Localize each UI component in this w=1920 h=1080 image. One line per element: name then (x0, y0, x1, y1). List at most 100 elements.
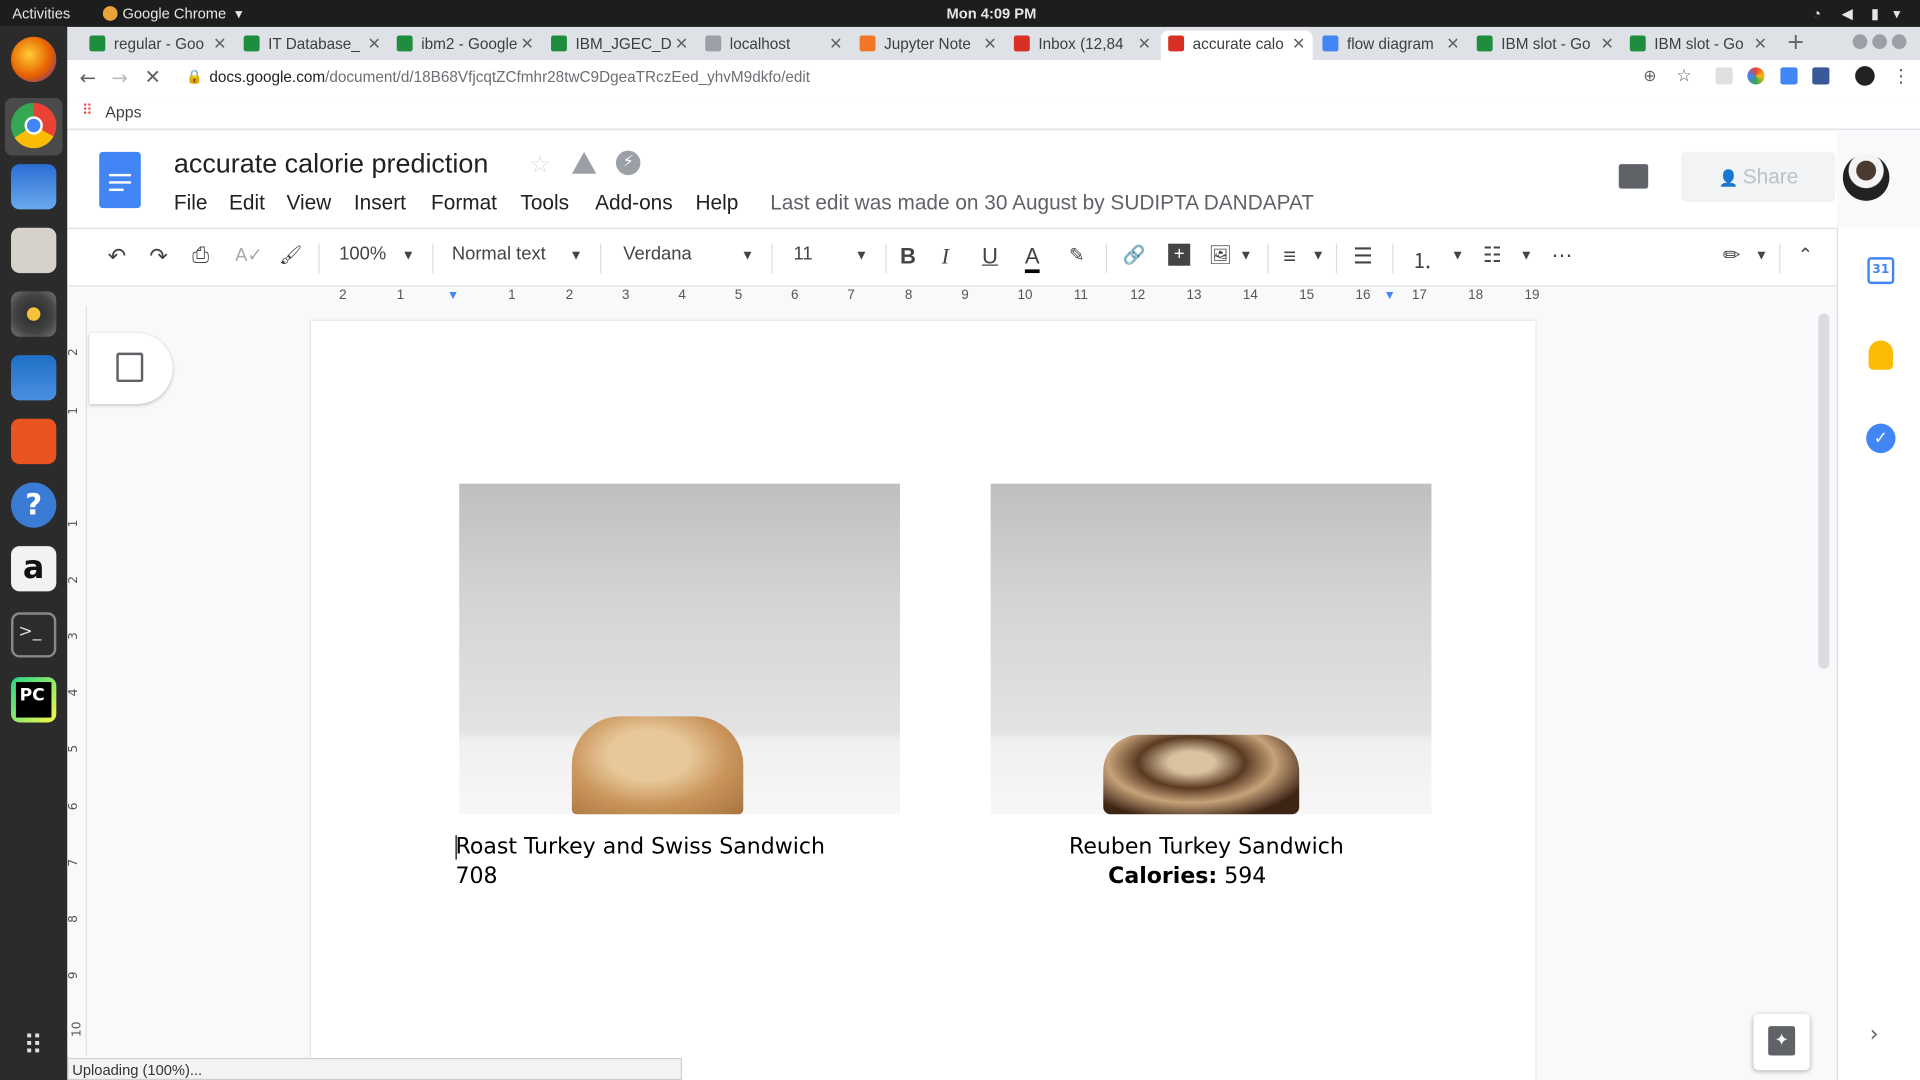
minimize-button[interactable] (1852, 34, 1868, 49)
bulleted-list-icon[interactable]: ☷ (1483, 244, 1502, 268)
zoom-dropdown-icon[interactable]: ▼ (402, 249, 415, 264)
writer-icon[interactable] (11, 355, 57, 401)
document-title[interactable]: accurate calorie prediction (174, 148, 488, 180)
menu-edit[interactable]: Edit (229, 191, 265, 215)
tab-4[interactable]: localhost ✕ (698, 31, 850, 60)
menu-insert[interactable]: Insert (354, 191, 406, 215)
bookmark-star-icon[interactable]: ☆ (1676, 66, 1691, 86)
tab-close-icon[interactable]: ✕ (1138, 34, 1151, 54)
chrome-menu-icon[interactable]: ⋮ (1892, 65, 1910, 87)
terminal-icon[interactable]: >_ (11, 612, 57, 658)
bold-icon[interactable]: B (900, 244, 916, 270)
explore-button[interactable]: ✦ (1753, 1013, 1810, 1071)
roast-turkey-sandwich-image[interactable] (459, 483, 901, 815)
font-dropdown-icon[interactable]: ▼ (741, 249, 754, 264)
share-button[interactable]: 👤 Share (1681, 151, 1836, 203)
extension-icon[interactable] (1715, 67, 1733, 85)
align-icon[interactable]: ≡ (1283, 244, 1296, 270)
expand-side-panel-icon[interactable]: › (1870, 1021, 1879, 1047)
calendar-icon[interactable]: 31 (1867, 257, 1895, 285)
app-menu[interactable]: Google Chrome (122, 5, 226, 22)
new-tab-button[interactable]: + (1787, 29, 1805, 55)
editing-mode-icon[interactable]: ✏ (1723, 244, 1740, 268)
horizontal-ruler[interactable]: 2 1 1 2 3 4 5 6 7 8 9 10 11 12 13 14 15 16 17 18 19 ▼ ▼ (67, 286, 1837, 307)
files-icon[interactable] (11, 227, 57, 274)
numbered-list-icon[interactable]: ⒈ (1412, 244, 1433, 275)
menu-format[interactable]: Format (431, 191, 497, 215)
left-sandwich-name[interactable]: Roast Turkey and Swiss Sandwich (456, 834, 825, 860)
tab-0[interactable]: regular - Goo ✕ (82, 31, 234, 60)
url-field[interactable]: docs.google.com/document/d/18B68VfjcqtZC… (209, 69, 810, 86)
insert-image-icon[interactable]: 🖼 (1209, 244, 1232, 266)
tab-2[interactable]: ibm2 - Google ✕ (389, 31, 541, 60)
rhythmbox-icon[interactable] (11, 291, 57, 337)
menu-add-ons[interactable]: Add-ons (595, 191, 673, 215)
paint-format-icon[interactable]: 🖌 (279, 244, 302, 266)
tab-5[interactable]: Jupyter Note ✕ (852, 31, 1004, 60)
thunderbird-icon[interactable] (11, 164, 57, 210)
document-outline-button[interactable] (89, 333, 173, 405)
font-size-select[interactable]: 11 (793, 244, 812, 265)
apps-bookmark[interactable]: Apps (105, 103, 141, 121)
vertical-ruler[interactable]: 2 1 1 2 3 4 5 6 7 8 9 10 (67, 306, 87, 1056)
keep-icon[interactable] (1868, 340, 1894, 370)
system-menu-arrow[interactable]: ▾ (1893, 5, 1900, 22)
style-select[interactable]: Normal text (452, 244, 546, 265)
star-icon[interactable]: ☆ (529, 149, 551, 178)
tab-close-icon[interactable]: ✕ (367, 34, 380, 54)
forward-icon[interactable]: → (111, 66, 127, 89)
highlight-icon[interactable]: ✎ (1069, 244, 1084, 266)
left-calorie-value[interactable]: 708 (456, 863, 498, 889)
left-indent-marker[interactable]: ▼ (447, 289, 459, 302)
size-dropdown-icon[interactable]: ▼ (855, 249, 868, 264)
activities-button[interactable]: Activities (12, 5, 70, 22)
italic-icon[interactable]: I (942, 244, 949, 270)
stop-icon[interactable]: ✕ (144, 65, 160, 88)
menu-tools[interactable]: Tools (520, 191, 569, 215)
user-avatar[interactable] (1842, 154, 1890, 201)
right-indent-marker[interactable]: ▼ (1384, 289, 1396, 302)
redo-icon[interactable]: ↷ (149, 244, 167, 270)
move-to-drive-icon[interactable] (571, 151, 597, 174)
maximize-button[interactable] (1872, 34, 1887, 49)
zoom-select[interactable]: 100% (339, 244, 386, 265)
profile-avatar-small[interactable] (1855, 66, 1875, 86)
volume-icon[interactable]: ◀ (1842, 5, 1853, 22)
pycharm-icon[interactable]: PC (11, 677, 57, 723)
image-dropdown-icon[interactable]: ▼ (1239, 249, 1252, 264)
chrome-dock-icon[interactable] (11, 102, 57, 149)
tab-close-icon[interactable]: ✕ (1446, 34, 1459, 54)
tab-6[interactable]: Inbox (12,84 ✕ (1007, 31, 1159, 60)
close-window-button[interactable] (1891, 34, 1907, 49)
amazon-icon[interactable]: a (11, 546, 57, 592)
firefox-icon[interactable] (11, 36, 57, 83)
clock[interactable]: Mon 4:09 PM (947, 5, 1037, 22)
wifi-icon[interactable]: ◔ (1812, 5, 1821, 22)
align-dropdown-icon[interactable]: ▼ (1311, 249, 1324, 264)
vertical-scrollbar[interactable] (1818, 313, 1830, 669)
style-dropdown-icon[interactable]: ▼ (569, 249, 582, 264)
software-center-icon[interactable] (11, 418, 57, 465)
tab-close-icon[interactable]: ✕ (1601, 34, 1614, 54)
font-select[interactable]: Verdana (623, 244, 691, 265)
text-color-icon[interactable]: A (1024, 244, 1040, 274)
tab-close-icon[interactable]: ✕ (829, 34, 842, 54)
tab-close-icon[interactable]: ✕ (1754, 34, 1767, 54)
numbered-list-dropdown-icon[interactable]: ▼ (1451, 249, 1464, 264)
facebook-extension-icon[interactable] (1812, 67, 1830, 85)
line-spacing-icon[interactable]: ☰ (1353, 244, 1373, 270)
tab-close-icon[interactable]: ✕ (1292, 34, 1305, 54)
collapse-menus-icon[interactable]: ⌃ (1798, 244, 1813, 266)
right-sandwich-name[interactable]: Reuben Turkey Sandwich (1069, 834, 1344, 860)
underline-icon[interactable]: U (982, 244, 998, 270)
tab-close-icon[interactable]: ✕ (983, 34, 996, 54)
tab-close-icon[interactable]: ✕ (213, 34, 226, 54)
battery-icon[interactable]: ▮ (1871, 5, 1879, 22)
docs-logo-icon[interactable] (99, 151, 141, 209)
apps-grid-icon[interactable]: ⠿ (82, 102, 93, 119)
menu-view[interactable]: View (287, 191, 332, 215)
undo-icon[interactable]: ↶ (108, 244, 126, 270)
tasks-icon[interactable]: ✓ (1866, 423, 1896, 454)
help-icon[interactable]: ? (11, 482, 57, 528)
back-icon[interactable]: ← (80, 66, 96, 89)
